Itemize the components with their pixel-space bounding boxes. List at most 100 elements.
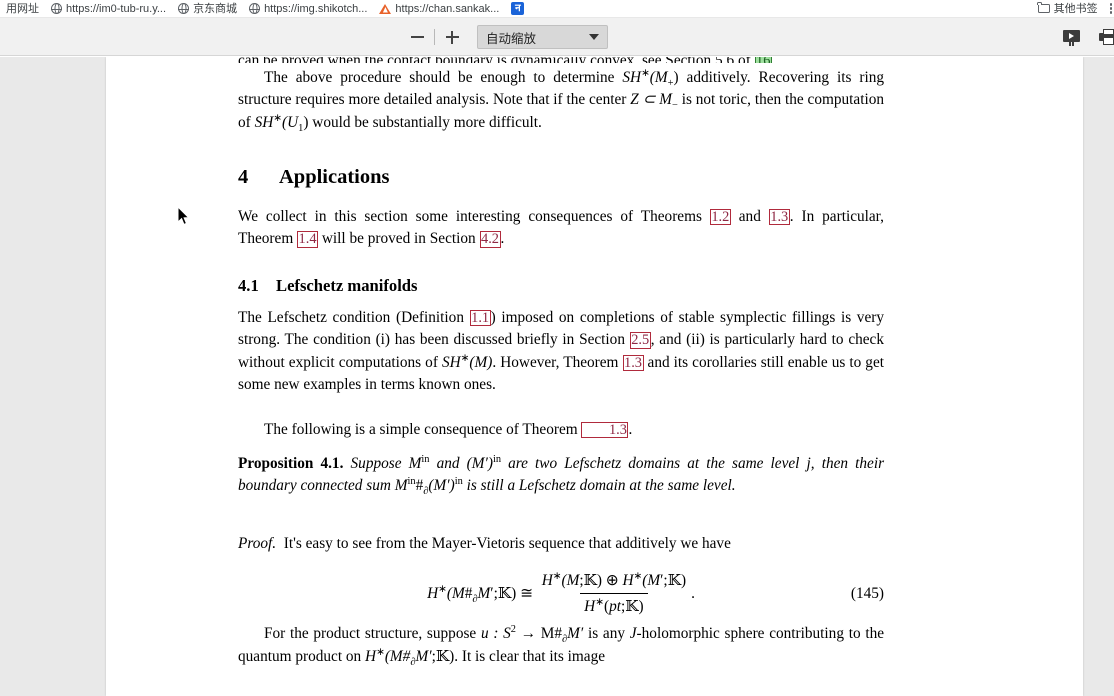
p2-t1: We collect in this section some interest… [238,208,710,225]
prop-m6: (M [428,477,447,495]
bookmarks-overflow-button[interactable] [1104,1,1114,17]
definition-link-1-1[interactable]: 1.1 [469,310,491,327]
section-link-4-2[interactable]: 4.2 [479,231,501,248]
bookmark-item-0[interactable]: 用网址 [0,1,45,17]
p5-m6: (M# [384,648,411,666]
presentation-mode-button[interactable] [1058,24,1084,50]
p4-t2: . [628,421,633,438]
paragraph-text: The following is a simple consequence of… [238,419,884,441]
theorem-link-1-3[interactable]: 1.3 [768,209,790,226]
pdf-page: can be proved when the contact boundary … [106,57,1083,696]
bookmarks-bar: 用网址 https://im0-tub-ru.y... 京东商城 https:/… [0,0,1114,18]
proof-text: Proof. It's easy to see from the Mayer-V… [238,533,884,555]
p1-m6sup: ∗ [273,112,282,124]
paragraph-text: We collect in this section some interest… [238,206,884,251]
paragraph-lefschetz-condition: The Lefschetz condition (Definition 1.1)… [238,307,884,397]
theorem-link-1-3b[interactable]: 1.3 [622,354,644,372]
proposition-4-1-block: Proposition 4.1. Suppose Min and (M′)in … [238,453,884,498]
p5-m3: M [567,625,580,642]
globe-icon [50,3,63,14]
paragraph-following-is: The following is a simple consequence of… [238,419,884,441]
zoom-out-button[interactable] [402,23,432,51]
proposition-text: Proposition 4.1. Suppose Min and (M′)in … [238,453,884,498]
p1-m1sup: ∗ [641,67,650,79]
prop-b5: is still a Lefschetz domain at the same … [462,477,736,495]
pdf-viewer-scroll-area[interactable]: can be proved when the contact boundary … [0,57,1114,696]
theorem-link-1-2[interactable]: 1.2 [709,209,731,226]
fraction-denominator: H∗(pt;𝕂) [580,593,648,618]
p5-t4: . It is clear that its image [454,648,606,666]
blue-square-favicon-icon: न [511,2,525,15]
zoom-level-select[interactable]: 自动缩放 [477,25,608,49]
globe-icon [248,3,261,14]
equation-number: (145) [850,584,884,602]
p5-m4: J [629,625,637,642]
prop-m4sup: in [407,476,416,488]
fraction-numerator: H∗(M;𝕂) ⊕ H∗(M′;𝕂) [541,570,687,589]
bookmark-item-1[interactable]: https://im0-tub-ru.y... [45,1,172,17]
bookmark-item-3[interactable]: https://img.shikotch... [243,1,373,17]
subsection-number: 4.1 [238,276,259,295]
subsection-heading-4-1: 4.1 Lefschetz manifolds [238,274,884,298]
prop-b2: and [429,455,467,472]
p3-t1: The Lefschetz condition (Definition [238,309,470,326]
warning-triangle-icon [379,3,392,14]
theorem-link-1-3c[interactable]: 1.3 [581,422,629,439]
p5-m5sup: ∗ [376,647,385,659]
clipped-paragraph-line: can be proved when the contact boundary … [238,57,884,63]
section-heading-4: 4 Applications [238,162,884,192]
proof-block: Proof. It's easy to see from the Mayer-V… [238,533,884,555]
p5-m8: ;𝕂) [431,647,455,666]
other-bookmarks-button[interactable]: 其他书签 [1032,1,1104,17]
p1-m4: Z ⊂ M [630,91,672,109]
bookmark-item-4[interactable]: https://chan.sankak... [373,1,505,17]
proof-label: Proof. [238,535,277,552]
print-button[interactable] [1094,24,1114,50]
prop-m2: (M [466,455,485,472]
p3-m1: SH [441,353,461,371]
p5-m2: → M# [516,625,563,642]
p1-m2: (M [649,69,668,86]
equation-lhs: H∗(M#∂M′;𝕂) ≅ [427,584,537,606]
section-number: 4 [238,166,249,188]
proposition-label: Proposition 4.1. [238,455,344,472]
bookmark-label: https://chan.sankak... [395,2,500,15]
section-link-2-5[interactable]: 2.5 [629,332,651,349]
p5-m5: H [365,648,377,666]
presentation-icon [1062,29,1080,46]
pdf-viewer-toolbar: 自动缩放 [0,18,1114,56]
prop-m4: M [394,477,408,495]
p5-t2: is any [583,625,630,642]
clipped-text-before: can be proved when the contact boundary … [238,57,755,63]
p1-m7: (U [282,113,299,131]
p1-m1: SH [622,69,642,86]
zoom-level-value: 自动缩放 [486,31,537,46]
theorem-link-1-4[interactable]: 1.4 [297,231,319,248]
minus-icon [410,36,424,38]
bookmark-item-2[interactable]: 京东商城 [172,1,243,17]
proof-body: It's easy to see from the Mayer-Vietoris… [283,535,731,552]
p5-t1: For the product structure, suppose [264,625,481,642]
paragraph-text: The above procedure should be enough to … [238,67,884,134]
toolbar-divider [434,29,435,45]
p1-t1: The above procedure should be enough to … [264,69,623,86]
p1-m8: ) would be substantially more difficult. [303,113,542,131]
clipped-text-after: . [772,57,776,63]
p2-t4: will be proved in Section [318,230,480,248]
p2-t5: . [500,230,505,248]
section-title: Applications [279,166,390,188]
bookmark-item-5[interactable]: न [505,1,530,17]
equation-trailing-period: . [691,584,695,602]
bookmark-label: https://img.shikotch... [264,2,368,15]
more-vertical-icon [1109,3,1112,14]
zoom-in-button[interactable] [437,23,467,51]
prop-m2sup: in [492,453,502,465]
citation-link-16[interactable]: 16 [754,57,772,63]
plus-icon [445,30,459,44]
folder-icon [1037,2,1050,13]
subsection-title: Lefschetz manifolds [276,276,418,295]
section-4-heading-block: 4 Applications [238,162,884,192]
bookmark-label: 用网址 [6,2,39,15]
subsection-41-heading-block: 4.1 Lefschetz manifolds [238,274,884,298]
p3-m2: (M) [469,353,493,371]
